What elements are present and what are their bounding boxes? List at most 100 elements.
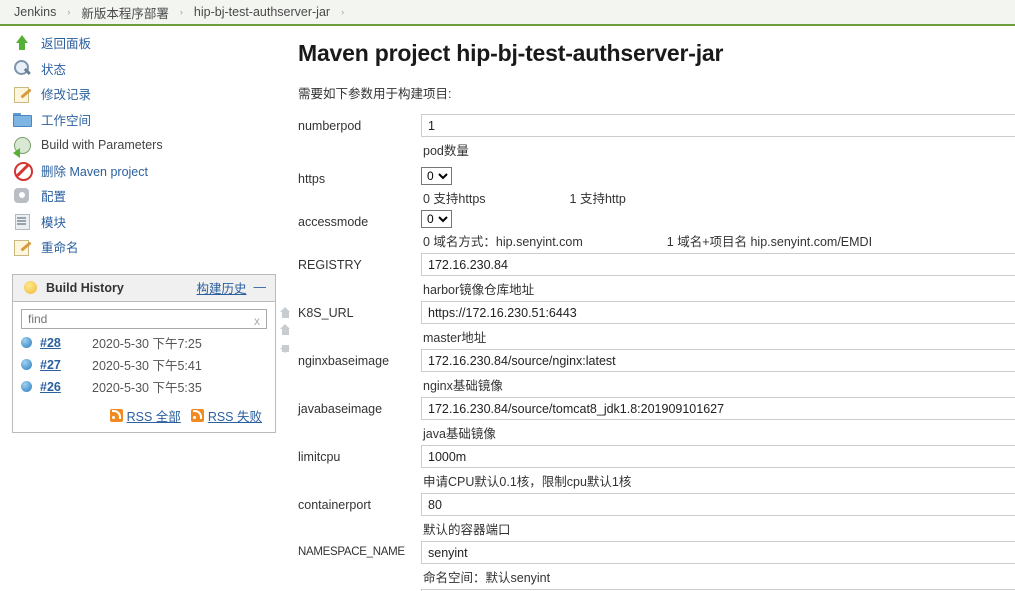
sidebar-item-label: 配置 [41,190,67,205]
parameter-row-namespace-name: NAMESPACE_NAME 命名空间：默认senyint [298,541,1015,586]
parameter-row-k8s-url: K8S_URL master地址 [298,301,1015,346]
description-right: 1 支持http [569,192,626,206]
parameter-row-containerport: containerport 默认的容器端口 [298,493,1015,538]
registry-input[interactable] [421,253,1015,276]
parameter-description: java基础镜像 [423,427,496,441]
parameter-description: 申请CPU默认0.1核，限制cpu默认1核 [423,475,632,489]
parameter-description: 0 支持https 1 支持http [421,185,1015,207]
build-history-header: Build History 构建历史 — [13,274,275,302]
modules-icon [12,211,32,231]
sidebar-item-label: 返回面板 [41,37,92,52]
javabaseimage-input[interactable] [421,397,1015,420]
changes-pencil-icon [12,84,32,104]
sidebar-item-label: 重命名 [41,241,79,256]
parameter-description: 默认的容器端口 [423,523,511,537]
find-clear-icon[interactable]: x [254,314,260,328]
namespace-name-input[interactable] [421,541,1015,564]
sidebar-item-configure[interactable]: 配置 [0,183,290,209]
breadcrumb: Jenkins › 新版本程序部署 › hip-bj-test-authserv… [0,0,1015,26]
build-status-ball-icon [21,381,32,392]
parameters-intro-text: 需要如下参数用于构建项目: [298,87,452,101]
parameter-description: 命名空间：默认senyint [423,571,551,585]
parameter-row-nginxbaseimage: nginxbaseimage nginx基础镜像 [298,349,1015,394]
parameter-description: master地址 [423,331,487,345]
scroll-up-icon[interactable] [279,323,291,336]
build-number-link[interactable]: #28 [40,336,92,350]
breadcrumb-separator-icon: › [341,7,345,17]
parameter-label: limitcpu [298,450,341,464]
parameter-label: NAMESPACE_NAME [298,546,405,558]
build-number-link[interactable]: #27 [40,358,92,372]
numberpod-input[interactable] [421,114,1015,137]
sidebar-item-label: 删除 Maven project [41,164,148,179]
breadcrumb-item-jenkins[interactable]: Jenkins [14,5,56,19]
description-left: 0 域名方式：hip.senyint.com [423,235,583,249]
parameter-label: numberpod [298,119,362,133]
build-clock-icon [12,135,32,158]
sidebar-item-label: 模块 [41,215,67,230]
build-history-title-cn-link[interactable]: 构建历史 [196,278,246,297]
parameter-label: javabaseimage [298,402,383,416]
parameter-row-javabaseimage: javabaseimage java基础镜像 [298,397,1015,442]
sidebar-item-label: 状态 [41,62,67,77]
parameter-row-registry: REGISTRY harbor镜像仓库地址 [298,253,1015,298]
rss-failed-link[interactable]: RSS 失败 [208,406,262,425]
https-select[interactable]: 0 [421,167,452,185]
breadcrumb-separator-icon: › [179,7,183,17]
build-history-row[interactable]: #28 2020-5-30 下午7:25 [13,332,275,354]
rss-icon [109,408,123,422]
nginxbaseimage-input[interactable] [421,349,1015,372]
sidebar-item-status[interactable]: 状态 [0,56,290,82]
gear-icon [12,186,32,206]
breadcrumb-item-job[interactable]: hip-bj-test-authserver-jar [194,5,330,19]
sidebar-item-label: 工作空间 [41,113,92,128]
build-history-row[interactable]: #27 2020-5-30 下午5:41 [13,354,275,376]
limitcpu-input[interactable] [421,445,1015,468]
collapse-icon[interactable]: — [254,281,267,294]
scroll-to-top-icon[interactable] [279,306,291,319]
sidebar-item-workspace[interactable]: 工作空间 [0,107,290,133]
build-number-link[interactable]: #26 [40,380,92,394]
build-timestamp: 2020-5-30 下午5:41 [92,359,202,373]
sidebar-item-changes[interactable]: 修改记录 [0,81,290,107]
build-timestamp: 2020-5-30 下午7:25 [92,337,202,351]
parameter-description: nginx基础镜像 [423,379,503,393]
build-history-title: Build History [46,280,124,295]
breadcrumb-item-folder[interactable]: 新版本程序部署 [81,3,169,22]
sidebar-item-build-with-parameters[interactable]: Build with Parameters [0,132,290,158]
delete-deny-icon [12,160,33,182]
build-history-find-input[interactable] [21,308,267,329]
parameter-row-limitcpu: limitcpu 申请CPU默认0.1核，限制cpu默认1核 [298,445,1015,490]
sidebar-item-label: 修改记录 [41,88,92,103]
rss-links: RSS 全部 RSS 失败 [13,398,275,432]
folder-icon [12,109,32,129]
parameter-row-accessmode: accessmode 0 0 域名方式：hip.senyint.com 1 域名+… [298,210,1015,250]
sidebar-item-delete-project[interactable]: 删除 Maven project [0,158,290,184]
description-left: 0 支持https [423,192,486,206]
build-history-panel: Build History 构建历史 — x #28 2020-5-30 下午7… [12,273,290,433]
build-timestamp: 2020-5-30 下午5:35 [92,381,202,395]
accessmode-select[interactable]: 0 [421,210,452,228]
k8s-url-input[interactable] [421,301,1015,324]
rename-pencil-icon [12,237,32,257]
build-history-scroll-controls[interactable] [278,306,292,353]
sidebar-item-rename[interactable]: 重命名 [0,234,290,260]
build-status-ball-icon [21,359,32,370]
parameter-label: nginxbaseimage [298,354,390,368]
sidebar: 返回面板 状态 修改记录 工作空间 Build with Parameters … [0,26,290,591]
breadcrumb-separator-icon: › [67,7,71,17]
parameter-row-numberpod: numberpod pod数量 [298,114,1015,159]
parameter-label: containerport [298,498,371,512]
sidebar-item-back-to-dashboard[interactable]: 返回面板 [0,30,290,56]
parameter-label: K8S_URL [298,306,354,320]
parameter-label: REGISTRY [298,258,362,272]
sidebar-item-modules[interactable]: 模块 [0,209,290,235]
parameter-row-https: https 0 0 支持https 1 支持http [298,167,1015,207]
parameter-label: https [298,172,326,186]
description-right: 1 域名+项目名 hip.senyint.com/EMDI [666,235,873,249]
scroll-down-icon[interactable] [279,341,291,353]
containerport-input[interactable] [421,493,1015,516]
build-history-row[interactable]: #26 2020-5-30 下午5:35 [13,376,275,398]
parameter-description: pod数量 [423,144,469,158]
rss-all-link[interactable]: RSS 全部 [127,406,181,425]
